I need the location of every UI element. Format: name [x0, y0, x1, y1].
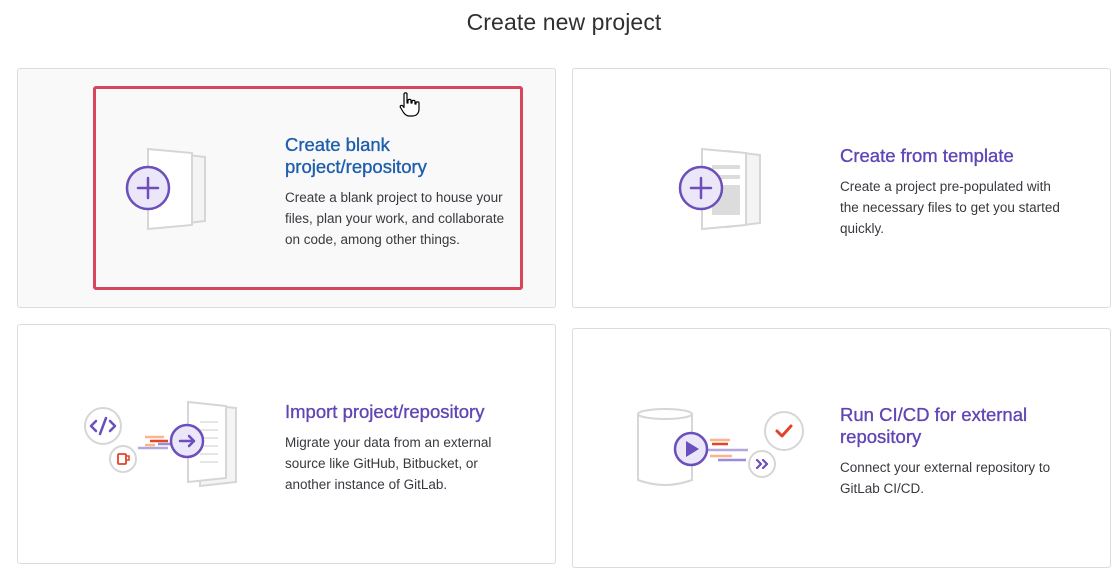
page-title: Create new project	[466, 9, 662, 35]
create-from-template-title[interactable]: Create from template	[840, 145, 1014, 167]
create-blank-description: Create a blank project to house your fil…	[285, 190, 505, 247]
run-cicd-title[interactable]: Run CI/CD for external repository	[840, 404, 1027, 448]
run-cicd-description: Connect your external repository to GitL…	[840, 460, 1051, 496]
import-project-icon	[84, 400, 237, 488]
import-project-title[interactable]: Import project/repository	[285, 401, 485, 423]
template-project-icon	[678, 147, 761, 231]
create-blank-title[interactable]: Create blank project/repository	[285, 134, 427, 178]
import-project-description: Migrate your data from an external sourc…	[285, 435, 492, 492]
cicd-project-icon	[637, 408, 804, 486]
create-from-template-description: Create a project pre-populated with the …	[840, 179, 1060, 236]
blank-project-icon	[125, 147, 206, 231]
